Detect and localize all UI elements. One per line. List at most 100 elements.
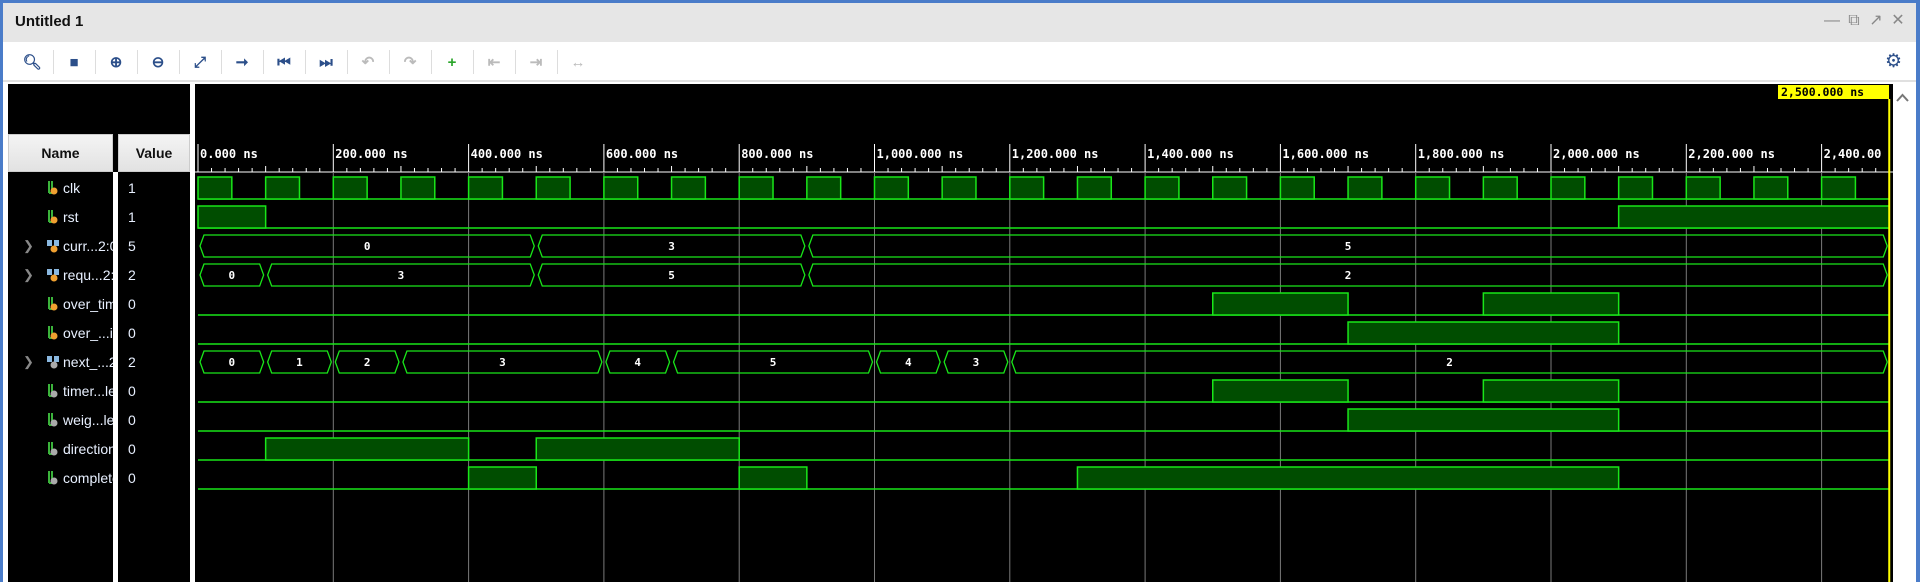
signal-row[interactable]: ❯ next_...2:0 2 [8, 348, 190, 377]
signal-value: 2 [128, 354, 136, 370]
high-pulse [1820, 176, 1857, 200]
vertical-scrollbar[interactable] [1893, 84, 1912, 582]
waveform-rst[interactable] [197, 205, 1891, 229]
signal-row[interactable]: weig...len 0 [8, 406, 190, 435]
high-pulse [1076, 176, 1113, 200]
waveform-timerlen[interactable] [198, 379, 1890, 403]
value-column-header[interactable]: Value [118, 134, 190, 172]
signal-row[interactable]: over_...ig 0 [8, 319, 190, 348]
waveform-weiglen[interactable] [198, 408, 1890, 432]
zoom-out-icon[interactable]: ⊖ [146, 51, 170, 73]
toolbar: ⚙ 🔍︎ ■ ⊕ ⊖ ⤢ ➞ ⏮︎ ⏭︎ ↶ ↷ + ⇤ ⇥ ↔ [3, 42, 1916, 82]
save-icon[interactable]: ■ [62, 51, 86, 73]
signal-row[interactable]: rst 1 [8, 203, 190, 232]
next-transition-icon[interactable]: ↷ [398, 51, 422, 73]
bus-value-label: 0 [364, 240, 371, 253]
bus-value-label: 2 [1446, 356, 1453, 369]
window-title: Untitled 1 [15, 13, 84, 30]
waveform-over_ig[interactable] [198, 321, 1890, 345]
high-pulse [197, 176, 233, 200]
high-pulse [1144, 176, 1180, 200]
toolbar-separator [179, 50, 180, 74]
next-marker-icon[interactable]: ⇥ [524, 51, 548, 73]
high-pulse [738, 466, 808, 490]
high-pulse [1617, 205, 1891, 229]
toolbar-separator [557, 50, 558, 74]
high-pulse [1076, 466, 1620, 490]
toolbar-separator [431, 50, 432, 74]
name-column-header[interactable]: Name [8, 134, 113, 172]
ruler-label: 400.000 ns [471, 147, 543, 161]
waveform-next_[interactable]: 0 1 2 3 4 5 4 3 2 [199, 350, 1888, 374]
scroll-up-icon[interactable] [1893, 88, 1912, 108]
signal-row[interactable]: over_tim 0 [8, 290, 190, 319]
ruler-label: 1,600.000 ns [1282, 147, 1369, 161]
high-pulse [1550, 176, 1586, 200]
go-to-time-0-icon[interactable]: ⏮︎ [272, 51, 296, 73]
signal-row[interactable]: direction 0 [8, 435, 190, 464]
ruler-label: 600.000 ns [606, 147, 678, 161]
toolbar-separator [95, 50, 96, 74]
waveform-panel[interactable]: 0.000 ns 200.000 ns 400.000 ns 600.000 ns 80… [195, 84, 1893, 582]
waveform-curr[interactable]: 0 3 5 [199, 234, 1888, 258]
expand-chevron-icon[interactable]: ❯ [23, 354, 34, 370]
signal-value: 0 [128, 470, 136, 486]
gear-icon[interactable]: ⚙ [1885, 50, 1902, 73]
signal-value: 1 [128, 180, 136, 196]
expand-chevron-icon[interactable]: ❯ [23, 238, 34, 254]
zoom-in-icon[interactable]: ⊕ [104, 51, 128, 73]
ruler-label: 2,200.000 ns [1688, 147, 1775, 161]
bus-value-label: 0 [229, 269, 236, 282]
minimize-icon[interactable]: — [1823, 12, 1841, 30]
toolbar-separator [389, 50, 390, 74]
signal-icon [48, 442, 58, 456]
close-icon[interactable]: ✕ [1889, 12, 1907, 30]
cursor-time-label: 2,500.000 ns [1778, 85, 1889, 99]
bus-signal-icon [47, 356, 59, 369]
high-pulse [1347, 176, 1383, 200]
signal-value: 2 [128, 267, 136, 283]
high-pulse [467, 466, 538, 490]
search-icon[interactable]: 🔍︎ [20, 51, 44, 73]
bus-value-label: 1 [296, 356, 303, 369]
ruler-label: 200.000 ns [335, 147, 407, 161]
waveform-requ[interactable]: 0 3 5 2 [199, 263, 1888, 287]
high-pulse [1212, 176, 1248, 200]
signal-icon [48, 181, 58, 195]
signal-row[interactable]: clk 1 [8, 174, 190, 203]
swap-cursors-icon[interactable]: ↔ [566, 51, 590, 73]
maximize-icon[interactable]: ↗ [1867, 12, 1885, 30]
go-to-last-time-icon[interactable]: ⏭︎ [314, 51, 338, 73]
waveform-over_tim[interactable] [198, 292, 1890, 316]
waveform-complete[interactable] [198, 466, 1890, 490]
ruler-label: 1,200.000 ns [1012, 147, 1099, 161]
signal-row[interactable]: ❯ requ...2:0 2 [8, 261, 190, 290]
high-pulse [400, 176, 436, 200]
high-pulse [1482, 379, 1620, 403]
high-pulse [670, 176, 707, 200]
previous-transition-icon[interactable]: ↶ [356, 51, 380, 73]
waveform-clk[interactable] [197, 176, 1890, 200]
high-pulse [873, 176, 910, 200]
title-bar: Untitled 1 — ⧉ ↗ ✕ [3, 3, 1916, 42]
restore-icon[interactable]: ⧉ [1845, 12, 1863, 30]
bus-value-label: 2 [364, 356, 371, 369]
high-pulse [467, 176, 504, 200]
signal-row[interactable]: timer...len 0 [8, 377, 190, 406]
add-marker-icon[interactable]: + [440, 51, 464, 73]
previous-marker-icon[interactable]: ⇤ [482, 51, 506, 73]
zoom-fit-icon[interactable]: ⤢ [188, 51, 212, 73]
toolbar-separator [305, 50, 306, 74]
waveform-canvas[interactable]: 0.000 ns 200.000 ns 400.000 ns 600.000 ns 80… [195, 84, 1893, 582]
high-pulse [1482, 292, 1620, 316]
signal-row[interactable]: ❯ curr...2:0] 5 [8, 232, 190, 261]
signal-row[interactable]: complete 0 [8, 464, 190, 493]
waveform-direction[interactable] [198, 437, 1890, 461]
high-pulse [1212, 379, 1349, 403]
toolbar-separator [347, 50, 348, 74]
go-to-cursor-icon[interactable]: ➞ [230, 51, 254, 73]
expand-chevron-icon[interactable]: ❯ [23, 267, 34, 283]
signal-name: weig...len [63, 412, 113, 428]
high-pulse [1279, 176, 1315, 200]
toolbar-separator [137, 50, 138, 74]
